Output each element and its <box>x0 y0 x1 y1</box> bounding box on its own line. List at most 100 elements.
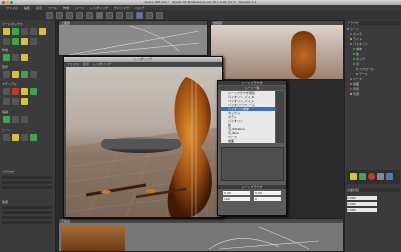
info-tool-a-icon[interactable] <box>3 116 10 123</box>
zoom-window-button[interactable] <box>10 1 13 4</box>
scene-tool-d-icon[interactable] <box>30 134 37 141</box>
new-file-icon[interactable] <box>46 11 53 19</box>
render-icon[interactable] <box>136 11 143 19</box>
value-field[interactable]: 100 <box>223 197 250 201</box>
close-window-button[interactable] <box>2 1 5 4</box>
material-tool-g-icon[interactable] <box>21 98 28 105</box>
menu-render[interactable]: レンダリング <box>90 6 108 10</box>
create-cylinder-icon[interactable] <box>30 28 37 35</box>
tree-item[interactable]: 背景 <box>347 87 400 91</box>
tree-item[interactable]: カメラ <box>347 32 400 36</box>
curve-tool-icon[interactable] <box>12 38 19 45</box>
scene-tool-b-icon[interactable] <box>12 134 19 141</box>
material-tool-e-icon[interactable] <box>3 98 10 105</box>
material-swatch-icon[interactable] <box>377 173 384 180</box>
perspective-viewport[interactable]: 透視図 <box>210 20 344 80</box>
tree-item[interactable]: 弓 <box>347 62 400 66</box>
scene-tool-c-icon[interactable] <box>21 134 28 141</box>
create-sphere-icon[interactable] <box>12 28 19 35</box>
edit-tool-d-icon[interactable] <box>30 71 37 78</box>
menu-window[interactable]: ウインドウ <box>114 6 129 10</box>
coord-field-z[interactable]: 0.000 <box>347 208 377 212</box>
value-field[interactable]: 0 <box>254 197 281 201</box>
tree-item[interactable]: テール <box>347 72 400 76</box>
tree-item[interactable]: ライト <box>347 37 400 41</box>
browser-row[interactable] <box>2 176 52 179</box>
rotate-tool-icon[interactable] <box>116 11 123 19</box>
create-box-icon[interactable] <box>21 28 28 35</box>
menu-edit[interactable]: 編集 <box>24 6 30 10</box>
render-menu-file[interactable]: ファイル <box>67 62 79 66</box>
select-tool-icon[interactable] <box>96 11 103 19</box>
list-item[interactable]: 地面 <box>221 139 275 143</box>
shape-tool-c-icon[interactable] <box>21 54 28 61</box>
material-tool-a-icon[interactable] <box>3 88 10 95</box>
create-polygon-icon[interactable] <box>39 28 46 35</box>
value-field[interactable]: 0.00 <box>223 191 250 195</box>
camera-icon[interactable] <box>146 11 153 19</box>
info-tool-c-icon[interactable] <box>21 116 28 123</box>
tree-item[interactable]: ベース <box>347 77 400 81</box>
tree-item[interactable]: 光源 <box>347 92 400 96</box>
move-tool-icon[interactable] <box>106 11 113 19</box>
material-tool-f-icon[interactable] <box>12 98 19 105</box>
material-swatch-icon[interactable] <box>350 173 357 180</box>
shape-tool-a-icon[interactable] <box>3 54 10 61</box>
tree-item[interactable]: スクロール <box>347 67 400 71</box>
open-file-icon[interactable] <box>56 11 63 19</box>
edit-tool-b-icon[interactable] <box>12 71 19 78</box>
tree-item[interactable]: バイオリン <box>347 42 400 46</box>
tree-item[interactable]: 地面 <box>347 82 400 86</box>
scene-browser-dialog[interactable]: シーンブラウザ シーン一覧 シーンブラウザ項目 バイオリン_バイ_R バイオリン… <box>217 80 287 216</box>
menu-help[interactable]: ヘルプ <box>135 6 144 10</box>
extrude-tool-icon[interactable] <box>21 38 28 45</box>
material-swatch-icon[interactable] <box>386 173 393 180</box>
dialog-scrollbar[interactable] <box>276 91 284 143</box>
undo-icon[interactable] <box>76 11 83 19</box>
light-icon[interactable] <box>156 11 163 19</box>
tree-item[interactable]: 本体 <box>347 47 400 51</box>
info-tool-b-icon[interactable] <box>12 116 19 123</box>
browser-footer-label: ブラウザ <box>2 170 15 174</box>
render-window[interactable]: レンダリング ファイル 表示 レンダリング <box>63 56 223 218</box>
material-tool-b-icon[interactable] <box>12 88 19 95</box>
edit-tool-a-icon[interactable] <box>3 71 10 78</box>
create-shape-icon[interactable] <box>3 28 10 35</box>
material-swatch-icon[interactable] <box>359 173 366 180</box>
browser-row[interactable] <box>2 186 52 189</box>
coord-field-x[interactable]: 0.000 <box>347 196 377 200</box>
menu-tools[interactable]: ツール <box>48 6 57 10</box>
front-view-viewport[interactable]: 正面図 <box>58 218 344 252</box>
redo-icon[interactable] <box>86 11 93 19</box>
shape-tool-b-icon[interactable] <box>12 54 19 61</box>
tree-item[interactable]: 弦 <box>347 52 400 56</box>
scale-tool-icon[interactable] <box>126 11 133 19</box>
material-tool-d-icon[interactable] <box>30 88 37 95</box>
menu-create[interactable]: 作成 <box>63 6 69 10</box>
top-view-viewport[interactable]: 上面図 <box>58 20 208 56</box>
tree-item[interactable]: シーン <box>347 27 400 31</box>
coord-field-y[interactable]: 0.000 <box>347 202 377 206</box>
edit-tool-c-icon[interactable] <box>21 71 28 78</box>
render-menu-render[interactable]: レンダリング <box>93 62 111 66</box>
value-field[interactable]: 0.00 <box>254 191 281 195</box>
info-row[interactable] <box>2 221 52 224</box>
info-row[interactable] <box>2 211 52 214</box>
menu-scene[interactable]: シーン <box>75 6 84 10</box>
tree-item[interactable]: ネック <box>347 57 400 61</box>
browser-row[interactable] <box>2 181 52 184</box>
dialog-preview-area <box>221 147 284 181</box>
revolve-tool-icon[interactable] <box>30 38 37 45</box>
line-tool-icon[interactable] <box>3 38 10 45</box>
info-row[interactable] <box>2 206 52 209</box>
save-file-icon[interactable] <box>66 11 73 19</box>
render-menu-view[interactable]: 表示 <box>83 62 89 66</box>
material-tool-c-icon[interactable] <box>21 88 28 95</box>
info-row[interactable] <box>2 216 52 219</box>
menu-view[interactable]: 表示 <box>36 6 42 10</box>
menu-file[interactable]: ファイル <box>6 6 18 10</box>
material-swatch-icon[interactable] <box>368 173 375 180</box>
scene-tool-a-icon[interactable] <box>3 134 10 141</box>
browser-title: ブラウザ <box>347 21 400 25</box>
minimize-window-button[interactable] <box>6 1 9 4</box>
